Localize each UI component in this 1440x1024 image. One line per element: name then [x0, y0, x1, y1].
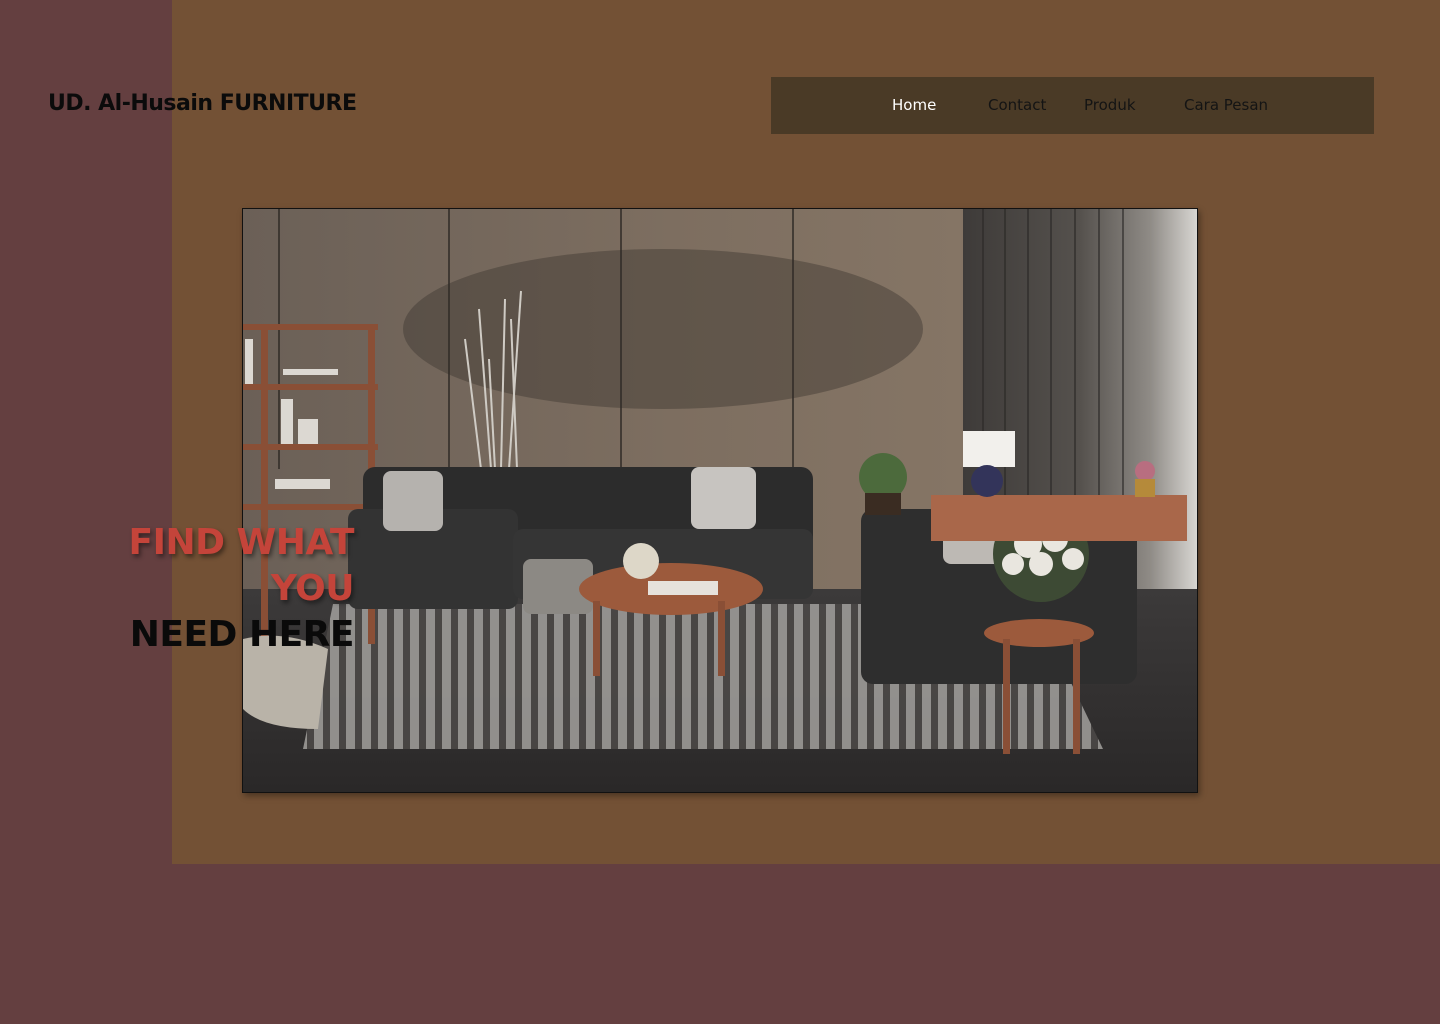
nav-cara-pesan[interactable]: Cara Pesan — [1184, 96, 1268, 114]
hero-image — [242, 208, 1198, 793]
nav-produk[interactable]: Produk — [1084, 96, 1136, 114]
headline-line-3: NEED HERE — [129, 614, 355, 655]
headline-line-2: YOU — [270, 568, 355, 609]
brand-logo-text[interactable]: UD. Al-Husain FURNITURE — [48, 91, 357, 116]
nav-contact[interactable]: Contact — [988, 96, 1046, 114]
headline-line-1: FIND WHAT — [128, 522, 355, 563]
living-room-photo — [243, 209, 1197, 792]
hero-headline: FIND WHAT YOU NEED HERE — [129, 520, 355, 658]
main-nav: Home Contact Produk Cara Pesan — [771, 77, 1374, 134]
nav-home[interactable]: Home — [892, 96, 936, 114]
